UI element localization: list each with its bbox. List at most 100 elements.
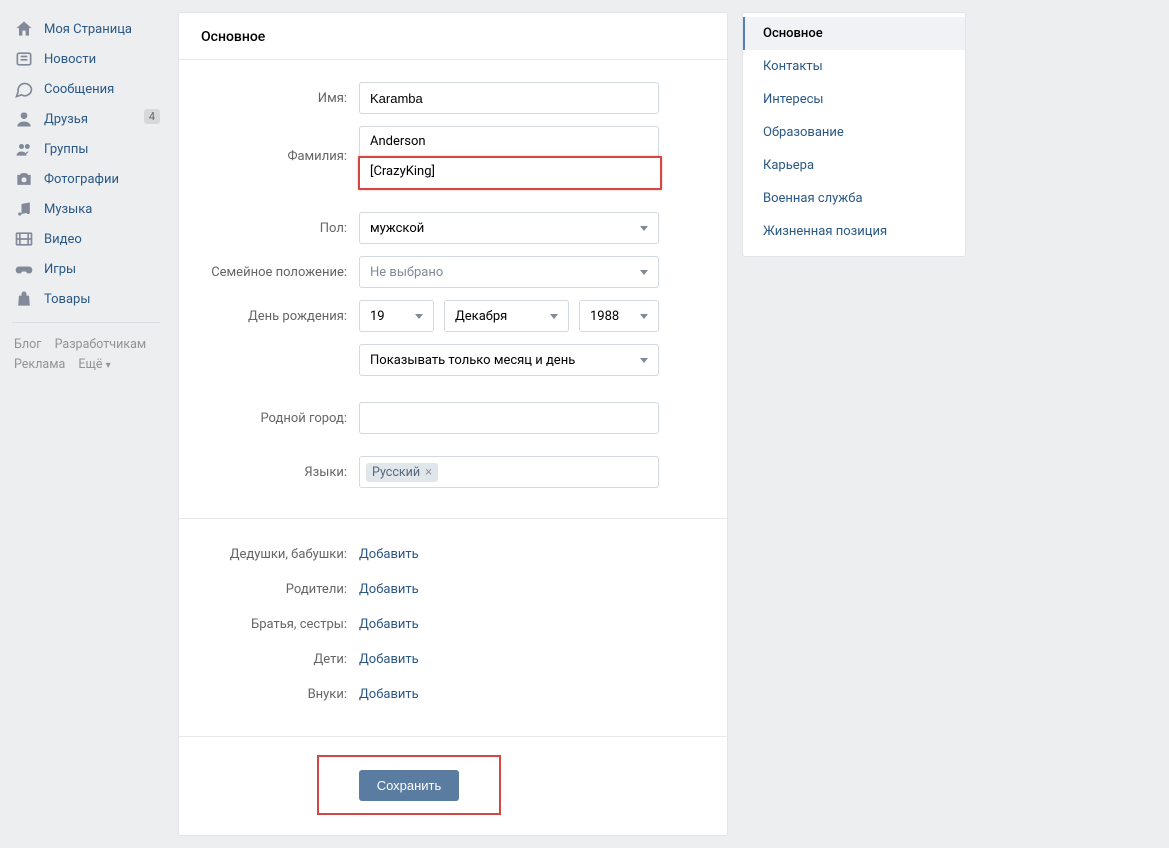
- tab-career[interactable]: Карьера: [743, 149, 965, 182]
- chevron-down-icon: ▾: [106, 360, 111, 371]
- first-name-input[interactable]: [359, 82, 659, 114]
- label-last-name: Фамилия:: [201, 149, 359, 164]
- tab-life-position[interactable]: Жизненная позиция: [743, 215, 965, 248]
- footer-ads[interactable]: Реклама: [14, 357, 65, 372]
- footer-blog[interactable]: Блог: [14, 337, 41, 352]
- section-separator: [179, 518, 727, 519]
- chevron-down-icon: [640, 226, 648, 231]
- nav-photos[interactable]: Фотографии: [8, 164, 164, 194]
- label-first-name: Имя:: [201, 91, 359, 106]
- row-grandparents: Дедушки, бабушки: Добавить: [179, 537, 727, 572]
- maiden-name-input[interactable]: [CrazyKing]: [358, 156, 662, 190]
- tab-contacts[interactable]: Контакты: [743, 50, 965, 83]
- footer-more[interactable]: Ещё ▾: [78, 357, 110, 372]
- tab-education[interactable]: Образование: [743, 116, 965, 149]
- label-grandchildren: Внуки:: [201, 687, 359, 702]
- nav-separator: [12, 322, 160, 323]
- chevron-down-icon: [415, 314, 423, 319]
- right-nav: Основное Контакты Интересы Образование К…: [742, 12, 966, 257]
- label-children: Дети:: [201, 652, 359, 667]
- label-siblings: Братья, сестры:: [201, 617, 359, 632]
- add-grandchildren-link[interactable]: Добавить: [359, 687, 419, 702]
- row-children: Дети: Добавить: [179, 642, 727, 677]
- nav-news[interactable]: Новости: [8, 44, 164, 74]
- row-grandchildren: Внуки: Добавить: [179, 677, 727, 712]
- row-marital: Семейное положение: Не выбрано: [179, 250, 727, 294]
- bag-icon: [14, 289, 34, 309]
- settings-panel: Основное Имя: Фамилия: Anderson [CrazyKi…: [178, 12, 728, 836]
- nav-my-page[interactable]: Моя Страница: [8, 14, 164, 44]
- row-languages: Языки: Русский ×: [179, 450, 727, 494]
- row-siblings: Братья, сестры: Добавить: [179, 607, 727, 642]
- row-parents: Родители: Добавить: [179, 572, 727, 607]
- gamepad-icon: [14, 259, 34, 279]
- tab-interests[interactable]: Интересы: [743, 83, 965, 116]
- users-icon: [14, 139, 34, 159]
- row-hometown: Родной город:: [179, 396, 727, 440]
- film-icon: [14, 229, 34, 249]
- tab-basic[interactable]: Основное: [743, 17, 965, 50]
- nav-video[interactable]: Видео: [8, 224, 164, 254]
- row-gender: Пол: мужской: [179, 206, 727, 250]
- save-button[interactable]: Сохранить: [359, 770, 460, 801]
- languages-input[interactable]: Русский ×: [359, 456, 659, 488]
- footer-links: Блог Разработчикам Реклама Ещё ▾: [8, 331, 164, 380]
- marital-select[interactable]: Не выбрано: [359, 256, 659, 288]
- row-first-name: Имя:: [179, 60, 727, 120]
- nav-label: Сообщения: [44, 82, 114, 97]
- last-name-input[interactable]: Anderson: [359, 126, 659, 158]
- remove-token-icon[interactable]: ×: [425, 465, 432, 480]
- chevron-down-icon: [640, 314, 648, 319]
- newspaper-icon: [14, 49, 34, 69]
- nav-messages[interactable]: Сообщения: [8, 74, 164, 104]
- chevron-down-icon: [550, 314, 558, 319]
- footer-developers[interactable]: Разработчикам: [55, 337, 147, 352]
- add-parents-link[interactable]: Добавить: [359, 582, 419, 597]
- nav-label: Друзья: [44, 112, 88, 127]
- home-icon: [14, 19, 34, 39]
- add-siblings-link[interactable]: Добавить: [359, 617, 419, 632]
- add-grandparents-link[interactable]: Добавить: [359, 547, 419, 562]
- bday-visibility-select[interactable]: Показывать только месяц и день: [359, 344, 659, 376]
- bday-month-select[interactable]: Декабря: [444, 300, 569, 332]
- label-parents: Родители:: [201, 582, 359, 597]
- row-birthday: День рождения: 19 Декабря 1988: [179, 294, 727, 338]
- nav-label: Музыка: [44, 202, 92, 217]
- row-last-name: Фамилия: Anderson [CrazyKing]: [179, 120, 727, 192]
- label-grandparents: Дедушки, бабушки:: [201, 547, 359, 562]
- user-icon: [14, 109, 34, 129]
- label-birthday: День рождения:: [201, 309, 359, 324]
- message-icon: [14, 79, 34, 99]
- nav-label: Группы: [44, 142, 88, 157]
- bday-day-select[interactable]: 19: [359, 300, 434, 332]
- music-icon: [14, 199, 34, 219]
- nav-label: Моя Страница: [44, 22, 132, 37]
- left-nav: Моя Страница Новости Сообщения Друзья 4 …: [8, 12, 164, 836]
- camera-icon: [14, 169, 34, 189]
- nav-label: Видео: [44, 232, 82, 247]
- label-languages: Языки:: [201, 465, 359, 480]
- chevron-down-icon: [640, 358, 648, 363]
- bday-year-select[interactable]: 1988: [579, 300, 659, 332]
- label-marital: Семейное положение:: [201, 265, 359, 280]
- label-gender: Пол:: [201, 221, 359, 236]
- nav-label: Новости: [44, 52, 96, 67]
- row-bday-visibility: Показывать только месяц и день: [179, 338, 727, 382]
- friends-badge: 4: [144, 109, 160, 124]
- hometown-input[interactable]: [359, 402, 659, 434]
- save-highlight: Сохранить: [317, 755, 501, 815]
- nav-games[interactable]: Игры: [8, 254, 164, 284]
- nav-label: Товары: [44, 292, 90, 307]
- chevron-down-icon: [640, 270, 648, 275]
- panel-title: Основное: [179, 13, 727, 60]
- gender-select[interactable]: мужской: [359, 212, 659, 244]
- nav-label: Фотографии: [44, 172, 119, 187]
- add-children-link[interactable]: Добавить: [359, 652, 419, 667]
- nav-friends[interactable]: Друзья 4: [8, 104, 164, 134]
- tab-military[interactable]: Военная служба: [743, 182, 965, 215]
- nav-groups[interactable]: Группы: [8, 134, 164, 164]
- nav-label: Игры: [44, 262, 76, 277]
- nav-market[interactable]: Товары: [8, 284, 164, 314]
- label-hometown: Родной город:: [201, 411, 359, 426]
- nav-music[interactable]: Музыка: [8, 194, 164, 224]
